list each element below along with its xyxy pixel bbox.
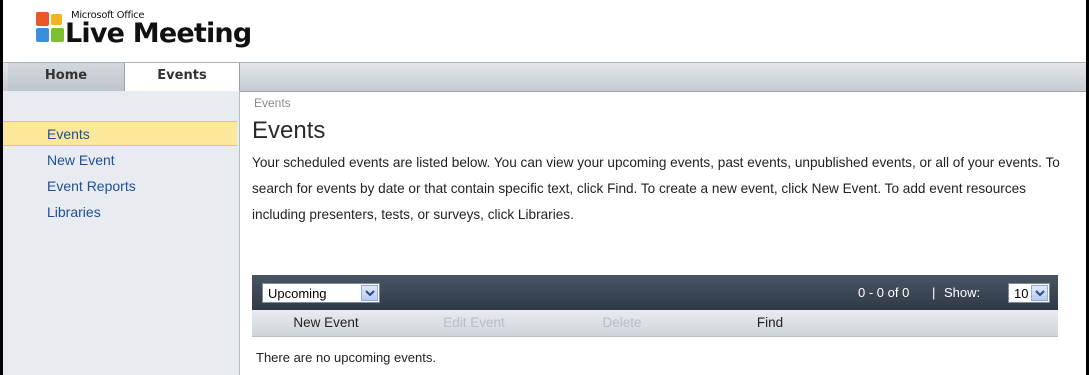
sidebar-item-libraries[interactable]: Libraries <box>3 200 237 225</box>
new-event-button[interactable]: New Event <box>252 310 400 336</box>
main-content: Events Events Your scheduled events are … <box>240 92 1086 375</box>
nav-tabs: Home Events <box>3 62 1086 92</box>
delete-button[interactable]: Delete <box>548 310 696 336</box>
event-filter-value: Upcoming <box>268 286 327 301</box>
office-logo-icon <box>36 12 66 46</box>
chevron-down-icon[interactable] <box>361 285 378 301</box>
tab-events[interactable]: Events <box>125 63 240 92</box>
paging-info: 0 - 0 of 0 <box>858 285 910 300</box>
chevron-down-icon[interactable] <box>1031 285 1048 301</box>
header: Microsoft Office Live Meeting <box>3 0 1086 62</box>
show-label: Show: <box>944 285 981 300</box>
sidebar-item-event-reports[interactable]: Event Reports <box>3 174 237 199</box>
brand-title: Live Meeting <box>65 18 252 49</box>
sidebar-item-new-event[interactable]: New Event <box>3 148 237 173</box>
sidebar-item-events[interactable]: Events <box>3 121 237 146</box>
sidebar: Events New Event Event Reports Libraries <box>3 91 240 375</box>
event-filter-select[interactable]: Upcoming <box>262 283 380 303</box>
action-bar: New Event Edit Event Delete Find <box>252 310 1058 337</box>
find-button[interactable]: Find <box>696 310 844 336</box>
page-description: Your scheduled events are listed below. … <box>252 155 1060 222</box>
edit-event-button[interactable]: Edit Event <box>400 310 548 336</box>
paging-separator: | <box>932 285 936 300</box>
tab-home[interactable]: Home <box>8 63 125 91</box>
page-size-value: 10 <box>1014 286 1029 301</box>
empty-list-message: There are no upcoming events. <box>256 350 436 365</box>
page-size-select[interactable]: 10 <box>1008 283 1050 303</box>
page-title: Events <box>252 117 326 144</box>
grid-toolbar: Upcoming 0 - 0 of 0 | Show: 10 <box>252 275 1058 310</box>
action-bar-filler <box>844 310 1058 336</box>
breadcrumb[interactable]: Events <box>254 96 291 110</box>
